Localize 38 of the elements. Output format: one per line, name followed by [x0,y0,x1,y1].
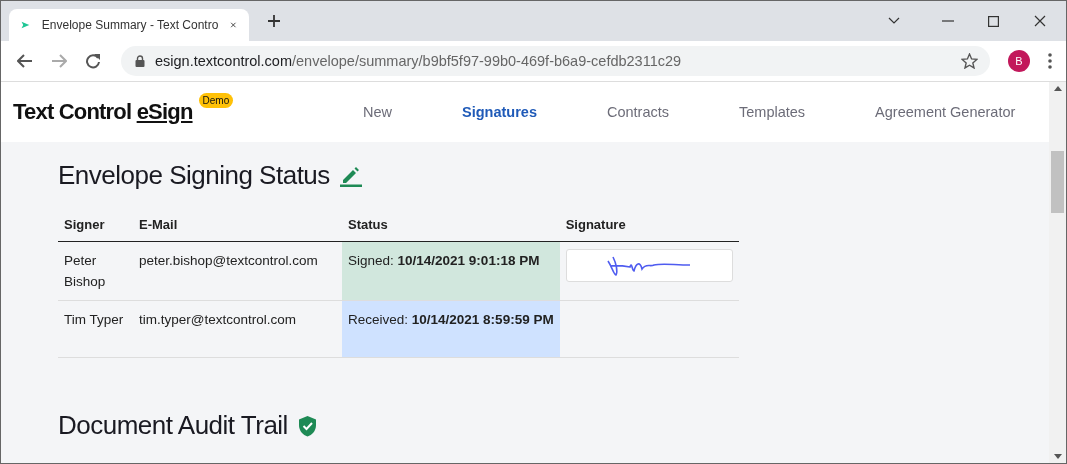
section-title: Envelope Signing Status [58,160,330,191]
status-cell: Received: 10/14/2021 8:59:59 PM [342,300,560,358]
table-cell: Tim Typer [58,300,133,358]
nav-link[interactable]: Agreement Generator [875,104,1016,120]
column-header: E-Mail [133,211,342,242]
nav-link[interactable]: Templates [739,104,806,120]
scroll-up-icon[interactable] [1053,86,1062,91]
reload-icon[interactable] [85,53,101,69]
close-icon[interactable] [230,19,237,31]
status-cell: Signed: 10/14/2021 9:01:18 PM [342,241,560,301]
pencil-icon[interactable] [339,164,362,187]
profile-avatar[interactable]: B [1008,50,1030,72]
brand-name: Text Control eSign [13,99,193,125]
lock-icon [135,55,145,67]
column-header: Signer [58,211,133,242]
maximize-icon[interactable] [988,15,999,27]
column-header: Status [342,211,560,242]
nav-link[interactable]: Signatures [462,104,537,120]
section-title: Document Audit Trail [58,410,288,441]
address-bar[interactable]: esign.textcontrol.com/envelope/summary/b9bf5f97-99b0-469f-b6a9-cefdb2311c29 [121,46,990,76]
url-text: esign.textcontrol.com/envelope/summary/b9bf5f97-99b0-469f-b6a9-cefdb2311c29 [155,53,682,69]
column-header: Signature [559,211,739,242]
browser-tab[interactable]: Envelope Summary - Text Contro [9,9,249,41]
scroll-thumb[interactable] [1051,151,1064,213]
new-tab-icon[interactable] [267,14,281,28]
tab-title: Envelope Summary - Text Contro [41,18,219,32]
star-icon[interactable] [961,53,978,69]
chevron-down-icon[interactable] [888,17,900,25]
menu-icon[interactable] [1048,53,1052,69]
demo-badge: Demo [198,93,234,108]
nav-link[interactable]: Contracts [606,104,669,120]
back-icon[interactable] [17,54,33,68]
scrollbar[interactable] [1049,82,1066,463]
nav-link[interactable]: New [363,104,392,120]
shield-check-icon [297,414,317,437]
close-window-icon[interactable] [1034,15,1046,27]
scroll-down-icon[interactable] [1053,454,1062,459]
table-cell: Peter Bishop [58,241,133,301]
